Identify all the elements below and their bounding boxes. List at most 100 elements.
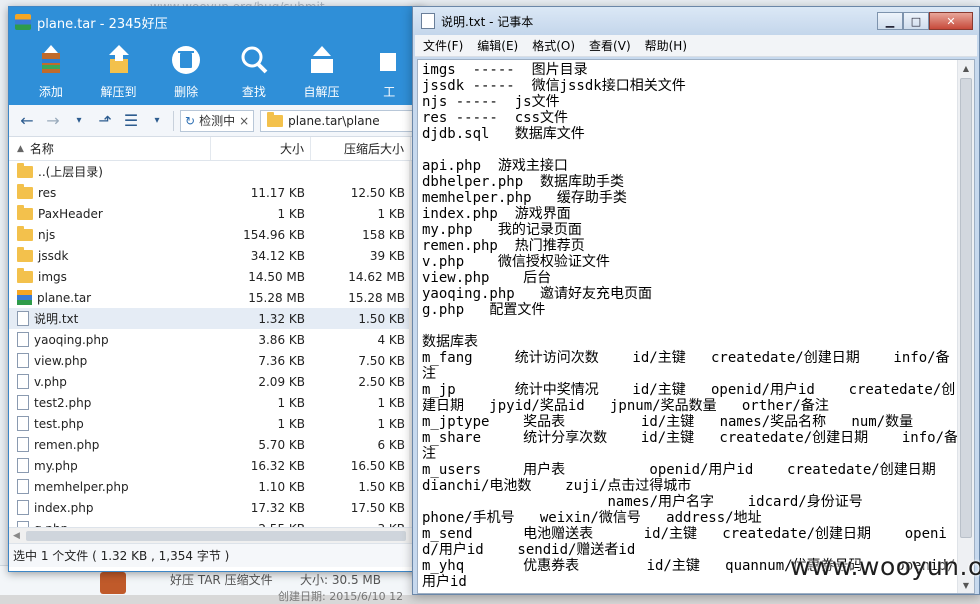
archive-titlebar[interactable]: plane.tar - 2345好压 xyxy=(9,7,423,37)
file-list-row[interactable]: index.php 17.32 KB 17.50 KB xyxy=(9,497,423,518)
document-icon xyxy=(17,521,29,527)
file-list-row[interactable]: remen.php 5.70 KB 6 KB xyxy=(9,434,423,455)
tools-icon xyxy=(371,43,407,77)
menu-format[interactable]: 格式(O) xyxy=(532,37,575,54)
folder-icon xyxy=(17,162,33,178)
file-name-cell: plane.tar xyxy=(9,290,211,305)
document-icon xyxy=(17,374,29,389)
file-size: 1 KB xyxy=(277,416,305,431)
file-name-cell: PaxHeader xyxy=(9,204,211,221)
up-folder-icon[interactable]: ⬏ xyxy=(95,111,115,131)
maximize-button[interactable]: □ xyxy=(903,12,929,30)
notepad-text-area[interactable]: imgs ----- 图片目录 jssdk ----- 微信jssdk接口相关文… xyxy=(417,59,975,594)
file-compressed-size: 14.62 MB xyxy=(348,269,405,284)
file-size: 1 KB xyxy=(277,395,305,410)
file-list-row[interactable]: njs 154.96 KB 158 KB xyxy=(9,224,423,245)
menu-edit[interactable]: 编辑(E) xyxy=(477,37,518,54)
file-list-header: ▲ 名称 大小 压缩后大小 xyxy=(9,137,423,161)
self-extract-button[interactable]: 自解压 xyxy=(288,37,356,105)
back-arrow-icon[interactable]: ← xyxy=(17,111,37,131)
document-icon xyxy=(17,332,29,347)
status-text: 选中 1 个文件 ( 1.32 KB , 1,354 字节 ) xyxy=(13,549,230,563)
scan-tab[interactable]: ↻ 检测中 × xyxy=(180,109,255,132)
notepad-app-icon xyxy=(421,13,435,29)
archive-window: plane.tar - 2345好压 添加 解压到 删除 查找 自解压 工 ← … xyxy=(8,6,424,572)
menu-file[interactable]: 文件(F) xyxy=(423,37,463,54)
file-list-row[interactable]: plane.tar 15.28 MB 15.28 MB xyxy=(9,287,423,308)
file-name-cell: remen.php xyxy=(9,437,211,452)
file-size: 1 KB xyxy=(277,206,305,221)
notepad-scroll-thumb[interactable] xyxy=(960,78,972,538)
document-icon xyxy=(17,311,29,326)
file-name: imgs xyxy=(38,269,67,284)
scroll-up-icon[interactable]: ▲ xyxy=(958,60,974,76)
file-list-row[interactable]: view.php 7.36 KB 7.50 KB xyxy=(9,350,423,371)
file-name-cell: jssdk xyxy=(9,246,211,263)
search-icon xyxy=(236,43,272,77)
close-icon[interactable]: × xyxy=(239,114,249,128)
archive-file-icon xyxy=(17,290,32,305)
file-compressed-size: 1.50 KB xyxy=(358,311,405,326)
column-name-label: 名称 xyxy=(29,142,54,156)
file-list-row[interactable]: test.php 1 KB 1 KB xyxy=(9,413,423,434)
file-list-row[interactable]: yaoqing.php 3.86 KB 4 KB xyxy=(9,329,423,350)
scroll-left-icon[interactable]: ◀ xyxy=(13,531,20,541)
notepad-window: 说明.txt - 记事本 ▁ □ ✕ 文件(F) 编辑(E) 格式(O) 查看(… xyxy=(412,6,980,595)
file-size: 1.32 KB xyxy=(258,311,305,326)
file-name-cell: yaoqing.php xyxy=(9,332,211,347)
folder-icon xyxy=(17,204,33,220)
file-size: 5.70 KB xyxy=(258,437,305,452)
file-list-row[interactable]: test2.php 1 KB 1 KB xyxy=(9,392,423,413)
file-list-row[interactable]: g.php 2.55 KB3 KB xyxy=(9,518,423,527)
notepad-titlebar[interactable]: 说明.txt - 记事本 ▁ □ ✕ xyxy=(413,7,979,35)
folder-icon xyxy=(267,111,284,127)
file-compressed-size: 158 KB xyxy=(362,227,405,242)
path-bar[interactable]: plane.tar\plane xyxy=(260,109,419,132)
file-list-row[interactable]: imgs 14.50 MB 14.62 MB xyxy=(9,266,423,287)
notepad-scrollbar[interactable]: ▲ ▼ xyxy=(957,60,974,593)
file-name-cell: test.php xyxy=(9,416,211,431)
file-compressed-size: 1.50 KB xyxy=(358,479,405,494)
file-list-row[interactable]: PaxHeader 1 KB 1 KB xyxy=(9,203,423,224)
file-list-row[interactable]: ..(上层目录) xyxy=(9,161,423,182)
view-list-icon[interactable]: ☰ xyxy=(121,111,141,131)
file-name: jssdk xyxy=(38,248,69,263)
minimize-button[interactable]: ▁ xyxy=(877,12,903,30)
column-header-name[interactable]: ▲ 名称 xyxy=(9,137,211,160)
document-icon xyxy=(17,458,29,473)
file-name: g.php xyxy=(34,522,68,528)
extract-button[interactable]: 解压到 xyxy=(85,37,153,105)
file-name-cell: my.php xyxy=(9,458,211,473)
file-list-row[interactable]: jssdk 34.12 KB 39 KB xyxy=(9,245,423,266)
dropdown-arrow-icon[interactable]: ▾ xyxy=(69,111,89,131)
nav-separator xyxy=(173,110,174,131)
add-button[interactable]: 添加 xyxy=(17,37,85,105)
delete-button[interactable]: 删除 xyxy=(152,37,220,105)
file-compressed-size: 6 KB xyxy=(377,437,405,452)
file-list-row[interactable]: memhelper.php 1.10 KB 1.50 KB xyxy=(9,476,423,497)
watermark: www.wooyun.org xyxy=(790,552,980,581)
path-text: plane.tar\plane xyxy=(288,113,380,128)
file-compressed-size: 7.50 KB xyxy=(358,353,405,368)
horizontal-scrollbar[interactable]: ◀ ▶ xyxy=(9,527,423,543)
add-button-label: 添加 xyxy=(38,85,63,99)
column-header-compressed[interactable]: 压缩后大小 xyxy=(311,137,411,160)
view-dropdown-icon[interactable]: ▾ xyxy=(147,111,167,131)
archive-navbar: ← → ▾ ⬏ ☰ ▾ ↻ 检测中 × plane.tar\plane xyxy=(9,105,423,137)
find-button[interactable]: 查找 xyxy=(220,37,288,105)
menu-view[interactable]: 查看(V) xyxy=(589,37,631,54)
notepad-content[interactable]: imgs ----- 图片目录 jssdk ----- 微信jssdk接口相关文… xyxy=(422,62,962,590)
file-list-row[interactable]: my.php 16.32 KB 16.50 KB xyxy=(9,455,423,476)
column-header-size[interactable]: 大小 xyxy=(211,137,311,160)
forward-arrow-icon[interactable]: → xyxy=(43,111,63,131)
delete-icon xyxy=(168,43,204,77)
file-compressed-size: 1 KB xyxy=(377,206,405,221)
scroll-thumb[interactable] xyxy=(25,530,407,541)
menu-help[interactable]: 帮助(H) xyxy=(645,37,687,54)
file-name-cell: g.php xyxy=(9,521,211,527)
file-list-row[interactable]: 说明.txt 1.32 KB 1.50 KB xyxy=(9,308,423,329)
file-list-row[interactable]: v.php 2.09 KB 2.50 KB xyxy=(9,371,423,392)
haozip-app-icon xyxy=(15,14,31,30)
close-button[interactable]: ✕ xyxy=(929,12,973,30)
file-list-row[interactable]: res 11.17 KB 12.50 KB xyxy=(9,182,423,203)
